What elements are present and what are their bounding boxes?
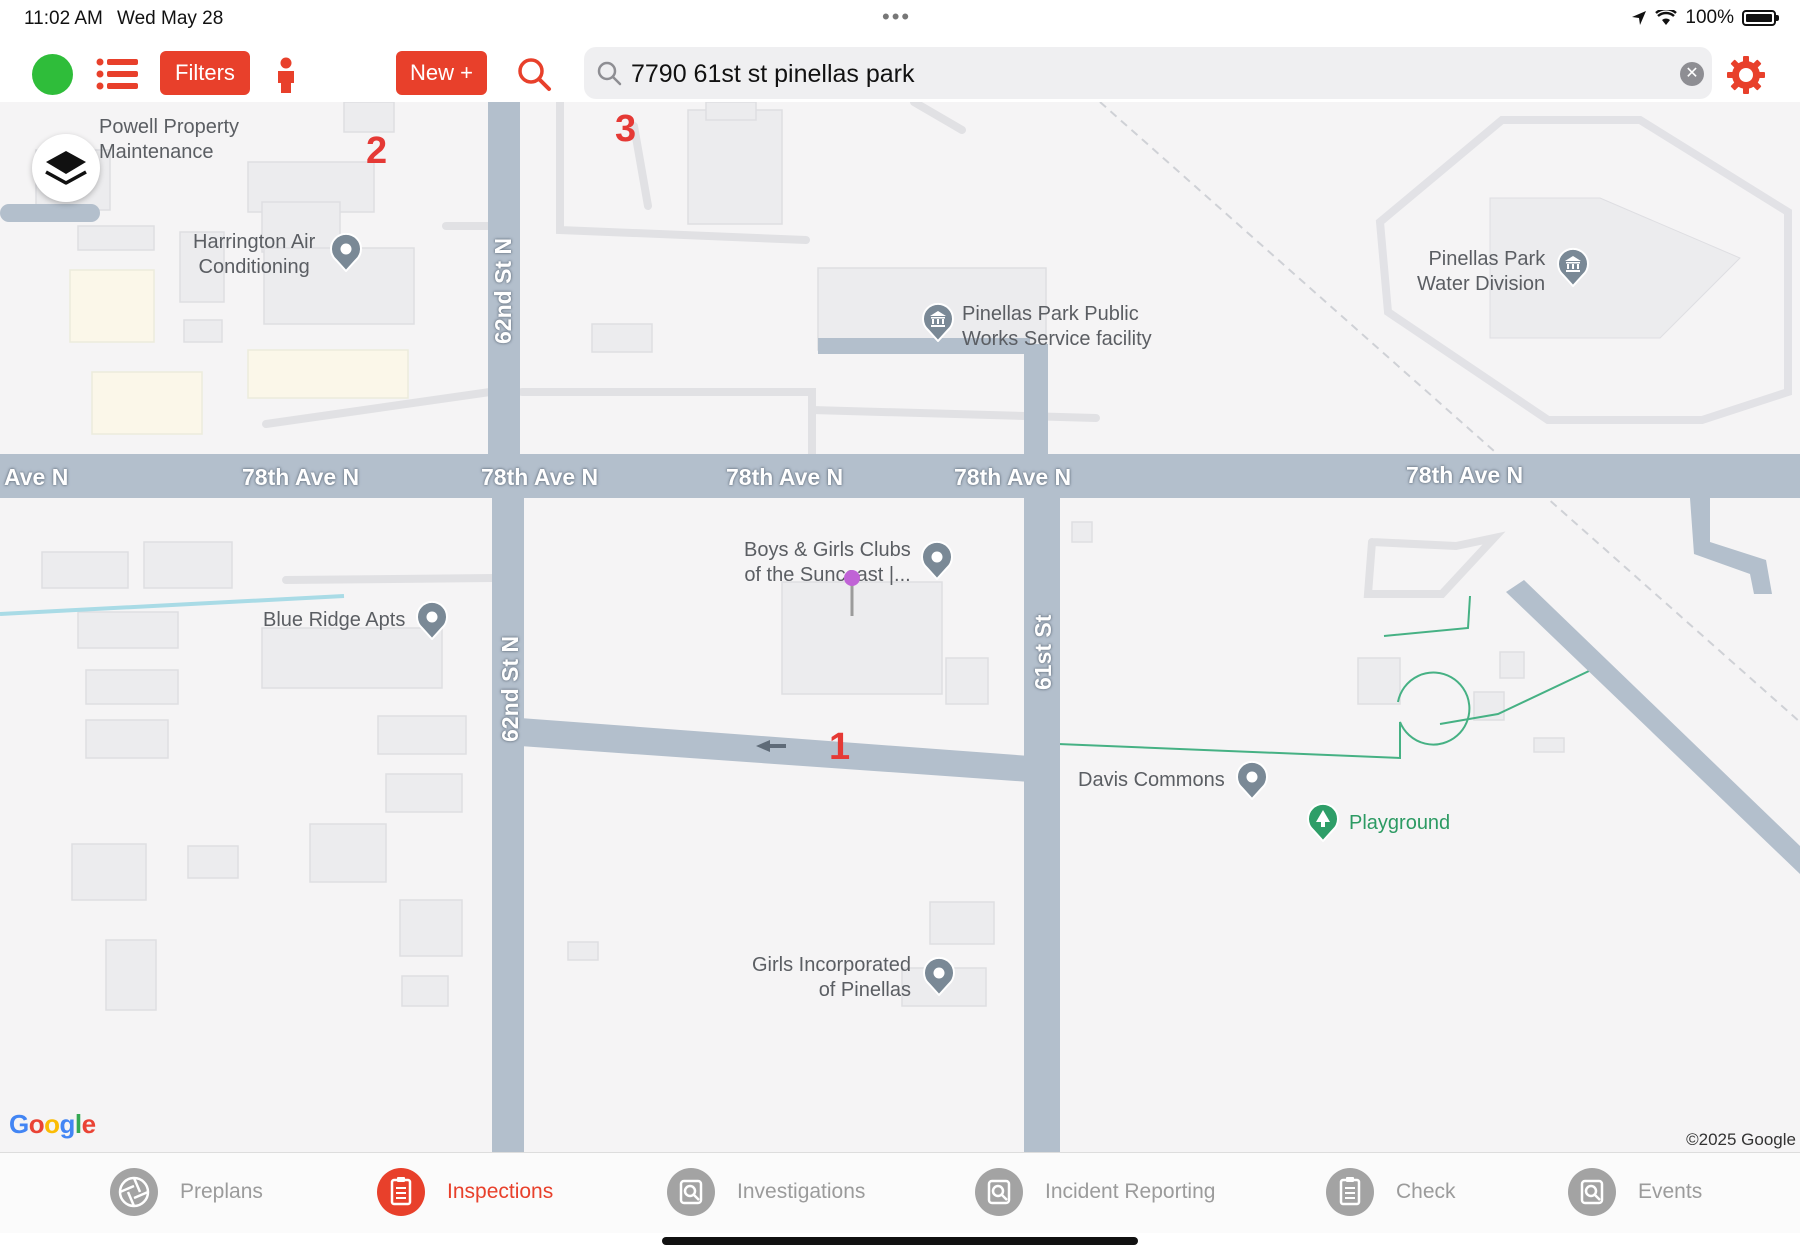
list-icon[interactable] (96, 58, 138, 90)
tab-investigations[interactable]: Investigations (667, 1167, 865, 1217)
home-indicator[interactable] (662, 1237, 1138, 1245)
tab-label: Preplans (180, 1180, 263, 1203)
place-label[interactable]: Blue Ridge Apts (263, 608, 405, 633)
status-indicator[interactable] (32, 54, 73, 95)
marker-number: 1 (829, 726, 851, 768)
multitasking-dots[interactable]: ••• (882, 4, 911, 30)
magnifier-icon (667, 1168, 715, 1216)
tree-icon[interactable] (1306, 802, 1340, 842)
filters-button[interactable]: Filters (160, 51, 250, 95)
battery-icon (1742, 10, 1779, 26)
clipboard-icon (377, 1168, 425, 1216)
clipboard-icon (1326, 1168, 1374, 1216)
davis-commons-pin-icon[interactable] (1235, 760, 1269, 800)
layers-icon (45, 151, 87, 185)
search-field[interactable]: 7790 61st st pinellas park ✕ (584, 47, 1712, 99)
search-input[interactable]: 7790 61st st pinellas park (631, 60, 915, 89)
marker-number: 2 (366, 130, 388, 172)
road-label-ave-partial: Ave N (4, 464, 69, 490)
place-label[interactable]: Pinellas Park Water Division (1417, 247, 1545, 297)
status-time: 11:02 AM (24, 8, 103, 29)
person-icon[interactable] (273, 57, 299, 93)
tab-incident-reporting[interactable]: Incident Reporting (975, 1167, 1215, 1217)
harrington-air-pin-icon[interactable] (329, 232, 363, 272)
tab-label: Investigations (737, 1180, 866, 1203)
map-view[interactable]: Ave N 78th Ave N 78th Ave N 78th Ave N 7… (0, 102, 1800, 1152)
road-label-78th-ave: 78th Ave N (954, 464, 1072, 490)
boys-girls-clubs-pin-icon[interactable] (920, 540, 954, 580)
road-label-78th-ave: 78th Ave N (1406, 462, 1524, 488)
place-label[interactable]: Powell Property Maintenance (99, 115, 239, 165)
tab-label: Check (1396, 1180, 1456, 1203)
search-icon[interactable] (516, 56, 552, 92)
tab-events[interactable]: Events (1568, 1167, 1702, 1217)
place-label[interactable]: Playground (1349, 811, 1450, 836)
place-label[interactable]: Pinellas Park Public Works Service facil… (962, 302, 1152, 352)
map-layers-button[interactable] (32, 134, 100, 202)
tab-label: Events (1638, 1180, 1703, 1203)
dropped-pin-icon[interactable] (841, 568, 863, 618)
map-copyright: ©2025 Google (1686, 1130, 1796, 1149)
magnifier-icon (1568, 1168, 1616, 1216)
girls-incorporated-pin-icon[interactable] (922, 956, 956, 996)
place-label[interactable]: Girls Incorporated of Pinellas (752, 953, 911, 1003)
place-label[interactable]: Boys & Girls Clubs of the Suncoast |... (744, 538, 911, 588)
marker-number: 3 (615, 108, 637, 150)
road-label-78th-ave: 78th Ave N (726, 464, 844, 490)
bottom-tab-bar: Preplans Inspections Investigations Inci… (0, 1152, 1800, 1233)
tab-label: Incident Reporting (1045, 1180, 1216, 1203)
tab-label: Inspections (447, 1180, 554, 1203)
top-toolbar: Filters New + 7790 61st st pinellas park… (0, 38, 1800, 102)
google-logo: Google (9, 1109, 96, 1139)
road-label-61st-st: 61st St (1030, 614, 1056, 690)
place-label[interactable]: Harrington Air Conditioning (193, 230, 315, 280)
aperture-icon (110, 1168, 158, 1216)
road-label-62nd-st: 62nd St N (490, 237, 516, 344)
wifi-icon (1655, 10, 1678, 25)
gear-icon[interactable] (1726, 55, 1766, 95)
blue-ridge-apts-pin-icon[interactable] (415, 600, 449, 640)
tab-check[interactable]: Check (1326, 1167, 1456, 1217)
road-label-78th-ave: 78th Ave N (242, 464, 360, 490)
search-field-icon (597, 61, 622, 86)
status-bar: 11:02 AM Wed May 28 ••• 100% (0, 0, 1800, 38)
tab-preplans[interactable]: Preplans (110, 1167, 263, 1217)
new-button[interactable]: New + (396, 51, 487, 95)
road-label-78th-ave: 78th Ave N (481, 464, 599, 490)
government-icon[interactable] (1556, 247, 1590, 287)
battery-percent: 100% (1685, 7, 1734, 28)
government-icon[interactable] (921, 302, 955, 342)
magnifier-icon (975, 1168, 1023, 1216)
status-indicators: 100% (1631, 7, 1779, 29)
tab-inspections[interactable]: Inspections (377, 1167, 553, 1217)
clear-search-icon[interactable]: ✕ (1680, 62, 1704, 86)
place-label[interactable]: Davis Commons (1078, 768, 1225, 793)
road-label-62nd-st: 62nd St N (497, 635, 523, 742)
status-date: Wed May 28 (117, 8, 224, 29)
location-arrow-icon (1632, 11, 1647, 25)
